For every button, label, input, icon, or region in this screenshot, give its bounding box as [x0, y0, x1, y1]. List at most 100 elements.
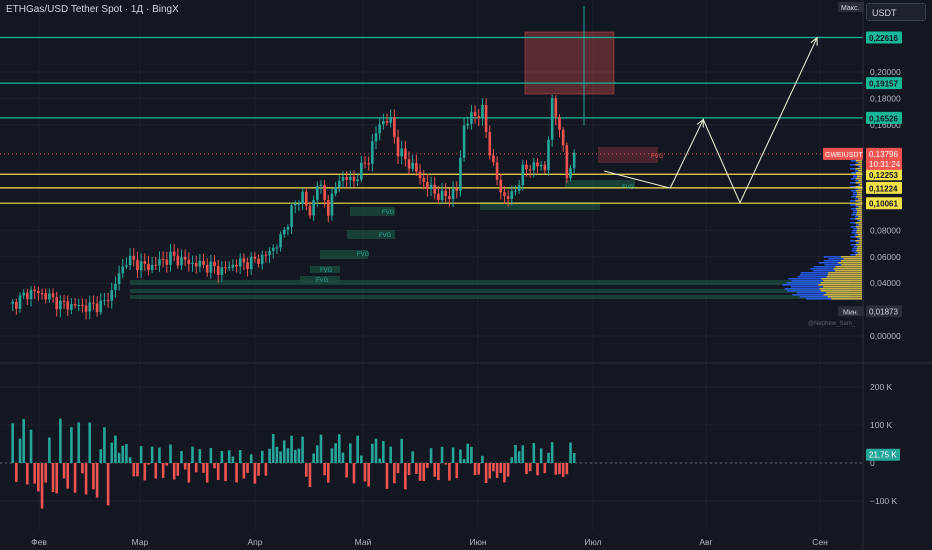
- candle-body: [44, 293, 47, 300]
- volume-delta-bar: [70, 427, 73, 463]
- candle-body: [209, 261, 213, 273]
- volume-delta-bar: [121, 445, 125, 463]
- candle-body: [136, 259, 139, 271]
- volume-profile-bar: [856, 194, 862, 196]
- volume-profile-bar: [841, 264, 862, 266]
- volume-delta-bar: [279, 451, 282, 463]
- time-tick: Сен: [812, 537, 828, 547]
- candle-body: [242, 258, 246, 263]
- volume-delta-bar: [290, 435, 293, 463]
- candle-body: [125, 265, 128, 267]
- volume-profile-bar: [858, 170, 862, 172]
- fvg-zone: [130, 295, 850, 299]
- volume-delta-bar: [169, 444, 172, 463]
- volume-delta-bar: [95, 463, 99, 498]
- volume-delta-bar: [517, 451, 521, 463]
- volume-delta-bar: [176, 463, 180, 476]
- volume-profile-bar: [858, 162, 862, 164]
- volume-profile: [782, 150, 862, 300]
- volume-delta-bar: [330, 448, 334, 463]
- volume-profile-bar: [855, 244, 862, 246]
- candle-body: [323, 184, 326, 200]
- volume-delta-bar: [246, 463, 249, 473]
- volume-profile-bar: [857, 252, 862, 254]
- candle-body: [121, 266, 125, 274]
- volume-delta-bar: [198, 449, 202, 463]
- candle-body: [70, 304, 73, 310]
- volume-delta-bar: [572, 452, 576, 463]
- time-axis[interactable]: Фев Мар Апр Май Июн Июл Авг Сен: [31, 537, 828, 547]
- volume-profile-bar: [826, 276, 862, 278]
- candle-body: [290, 205, 293, 227]
- candle-body: [33, 289, 36, 292]
- volume-profile-bar: [823, 280, 862, 282]
- watermark: @Nephew_Sam_: [808, 321, 856, 327]
- volume-profile-bar: [858, 206, 862, 208]
- candle-body: [264, 254, 268, 256]
- volume-delta-bar: [514, 444, 517, 463]
- candle-body: [275, 247, 279, 249]
- volume-delta-bar: [326, 463, 330, 483]
- volume-profile-bar: [838, 262, 862, 264]
- volume-delta-bar: [393, 463, 396, 484]
- candle-body: [488, 131, 492, 156]
- volume-delta-bar: [363, 463, 367, 482]
- volume-delta-bar: [227, 450, 231, 463]
- volume-delta-bar: [202, 463, 205, 473]
- volume-delta-bar: [389, 446, 392, 463]
- volume-profile-bar: [856, 248, 862, 250]
- volume-profile-bar: [856, 250, 862, 252]
- candle-body: [180, 256, 183, 266]
- candle-body: [88, 302, 92, 312]
- volume-delta-bar: [73, 463, 77, 493]
- volume-delta-bars: 200 K100 K0−100 K21,75 K: [0, 382, 900, 509]
- min-label: Мин.: [843, 309, 859, 316]
- volume-delta-bar: [462, 459, 466, 463]
- candle-body: [48, 293, 51, 300]
- volume-profile-bar: [856, 232, 862, 234]
- volume-delta-bar: [341, 452, 345, 463]
- candle-body: [495, 162, 499, 180]
- candle-body: [477, 116, 481, 119]
- volume-delta-bar: [429, 448, 433, 463]
- candle-body: [172, 251, 176, 256]
- candle-body: [18, 295, 22, 309]
- volume-delta-bar: [539, 448, 543, 463]
- level-price-text: 0,10061: [869, 200, 898, 209]
- volume-delta-bar: [422, 463, 426, 482]
- volume-profile-bar: [856, 230, 862, 232]
- volume-profile-bar: [826, 292, 862, 294]
- currency-selector[interactable]: USDT: [866, 3, 926, 21]
- volume-delta-bar: [444, 463, 448, 465]
- candle-body: [319, 184, 323, 186]
- volume-profile-bar: [819, 288, 862, 290]
- volume-profile-bar: [856, 172, 862, 174]
- chart-title[interactable]: ETHGas/USD Tether Spot · 1Д · BingX: [6, 4, 179, 15]
- volume-delta-bar: [437, 463, 440, 481]
- volume-delta-bar: [382, 441, 385, 463]
- chart-canvas[interactable]: 200 K100 K0−100 K21,75 K 0,200000,180000…: [0, 0, 932, 550]
- volume-tick: −100 K: [870, 496, 898, 506]
- level-price-text: 0,12253: [869, 171, 898, 180]
- countdown-text: 10:31:24: [869, 160, 901, 169]
- volume-delta-bar: [125, 444, 128, 463]
- volume-profile-bar: [859, 184, 862, 186]
- volume-profile-bar: [857, 210, 862, 212]
- volume-delta-bar: [213, 463, 216, 469]
- volume-profile-bar: [821, 278, 862, 280]
- volume-delta-bar: [172, 463, 176, 480]
- volume-delta-bar: [525, 463, 528, 475]
- candle-body: [543, 164, 547, 171]
- volume-delta-bar: [275, 446, 279, 463]
- candle-body: [572, 152, 576, 169]
- volume-delta-bar: [385, 463, 389, 489]
- candle-body: [404, 148, 407, 160]
- volume-profile-bar: [855, 164, 862, 166]
- candle-body: [422, 178, 426, 182]
- volume-profile-bar: [858, 242, 862, 244]
- candle-body: [73, 304, 77, 306]
- volume-delta-bar: [349, 443, 352, 463]
- volume-profile-bar: [827, 296, 862, 298]
- volume-delta-bar: [440, 446, 444, 463]
- min-price-text: 0,01873: [869, 307, 898, 316]
